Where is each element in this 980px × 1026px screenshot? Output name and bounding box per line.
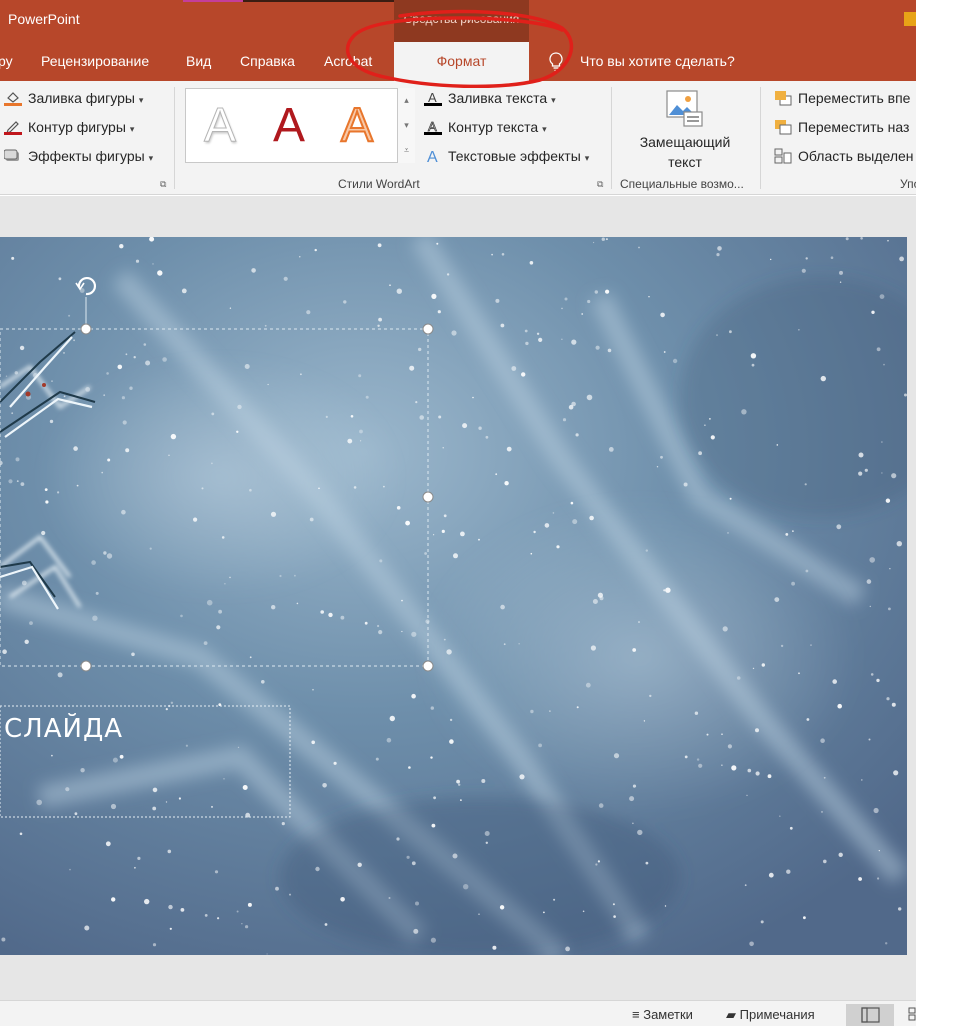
text-effects-label: Текстовые эффекты	[448, 148, 581, 164]
shape-fill-label: Заливка фигуры	[28, 90, 135, 106]
alt-text-label-line2: текст	[668, 154, 702, 170]
subtitle-text[interactable]: СЛАЙДА	[4, 712, 123, 744]
winter-snow-background-image: СЛАЙДА	[0, 237, 907, 955]
chevron-down-icon: ▾	[542, 124, 547, 134]
slide-canvas[interactable]: СЛАЙДА	[0, 237, 907, 955]
shape-effects-icon	[4, 149, 19, 161]
app-title: PowerPoint	[8, 11, 80, 27]
svg-text:A: A	[428, 119, 437, 134]
wordart-style-red[interactable]: A	[273, 99, 305, 153]
normal-view-icon	[861, 1007, 880, 1023]
wordart-style-white[interactable]: A	[203, 99, 236, 153]
comments-label: Примечания	[739, 1007, 815, 1022]
slide-workspace: СЛАЙДА	[0, 196, 916, 1000]
tab-acrobat[interactable]: Acrobat	[324, 42, 372, 81]
accessibility-group-label: Специальные возмо...	[620, 177, 744, 191]
chevron-down-icon: ▾	[129, 124, 135, 134]
lightbulb-icon	[549, 52, 563, 72]
chevron-down-icon: ▾	[148, 153, 154, 163]
chevron-down-icon[interactable]: ▾	[398, 113, 415, 138]
send-backward-label: Переместить наз	[798, 119, 910, 135]
text-fill-label: Заливка текста	[448, 90, 548, 106]
text-outline-label: Контур текста	[448, 119, 539, 135]
alt-text-icon	[666, 90, 703, 127]
pencil-icon	[4, 121, 22, 135]
tell-me-search[interactable]: Что вы хотите сделать?	[580, 42, 735, 81]
normal-view-button[interactable]	[846, 1004, 894, 1026]
title-accent-strip	[183, 0, 243, 2]
chevron-down-icon: ▾	[551, 95, 556, 105]
shape-outline-label: Контур фигуры	[28, 119, 126, 135]
text-fill-icon: A	[424, 90, 442, 106]
drawing-tools-context-group: Средства рисования	[394, 0, 529, 42]
notes-button[interactable]: ≡ Заметки	[632, 1007, 693, 1022]
svg-text:A: A	[427, 149, 438, 164]
wordart-group-label: Стили WordArt	[338, 177, 420, 191]
group-divider	[174, 87, 175, 189]
group-divider	[611, 87, 612, 189]
svg-text:A: A	[428, 90, 437, 105]
notes-icon: ≡	[632, 1007, 640, 1022]
text-outline-icon: A	[424, 119, 442, 135]
wordart-launcher-icon[interactable]: ⧉	[597, 179, 607, 189]
tab-format[interactable]: Формат	[394, 42, 529, 81]
chevron-down-icon: ▾	[584, 153, 590, 163]
ribbon-tabs: ру Рецензирование Вид Справка Acrobat Фо…	[0, 42, 916, 81]
account-badge[interactable]	[904, 12, 916, 26]
selection-pane-label: Область выделен	[798, 148, 914, 164]
tab-help[interactable]: Справка	[240, 42, 295, 81]
text-effects-icon: A	[427, 149, 438, 164]
selection-pane-icon	[774, 148, 792, 164]
wordart-style-orange-outline[interactable]: A	[340, 98, 374, 153]
comments-button[interactable]: ▰ Примечания	[726, 1007, 815, 1023]
title-bar: PowerPoint Средства рисования	[0, 0, 916, 42]
wordart-gallery[interactable]: A A A	[185, 88, 415, 163]
screen-margin	[916, 0, 980, 1026]
comment-icon: ▰	[726, 1007, 736, 1022]
slide-sorter-icon[interactable]	[908, 1007, 916, 1021]
alt-text-button[interactable]: Замещающий текст	[630, 87, 740, 171]
chevron-up-icon[interactable]: ▴	[398, 88, 415, 113]
tab-review[interactable]: Рецензирование	[41, 42, 149, 81]
shape-styles-launcher-icon[interactable]: ⧉	[160, 179, 170, 189]
context-group-label: Средства рисования	[403, 12, 520, 26]
tab-partial[interactable]: ру	[0, 42, 13, 81]
paint-bucket-icon	[4, 92, 22, 106]
gallery-scroll: ▴ ▾ ⩡	[397, 88, 415, 163]
alt-text-label-line1: Замещающий	[639, 134, 731, 150]
notes-label: Заметки	[643, 1007, 693, 1022]
status-bar: ≡ Заметки ▰ Примечания	[0, 1000, 916, 1026]
gallery-expand-icon[interactable]: ⩡	[398, 138, 415, 163]
bring-forward-icon	[775, 91, 792, 106]
group-divider	[760, 87, 761, 189]
shape-effects-label: Эффекты фигуры	[28, 148, 145, 164]
chevron-down-icon: ▾	[138, 95, 144, 105]
ribbon: Заливка фигуры ▾ Контур фигуры ▾ Эффекты ф…	[0, 81, 920, 195]
send-backward-icon	[775, 120, 792, 135]
bring-forward-label: Переместить впе	[798, 90, 911, 106]
tab-view[interactable]: Вид	[186, 42, 211, 81]
